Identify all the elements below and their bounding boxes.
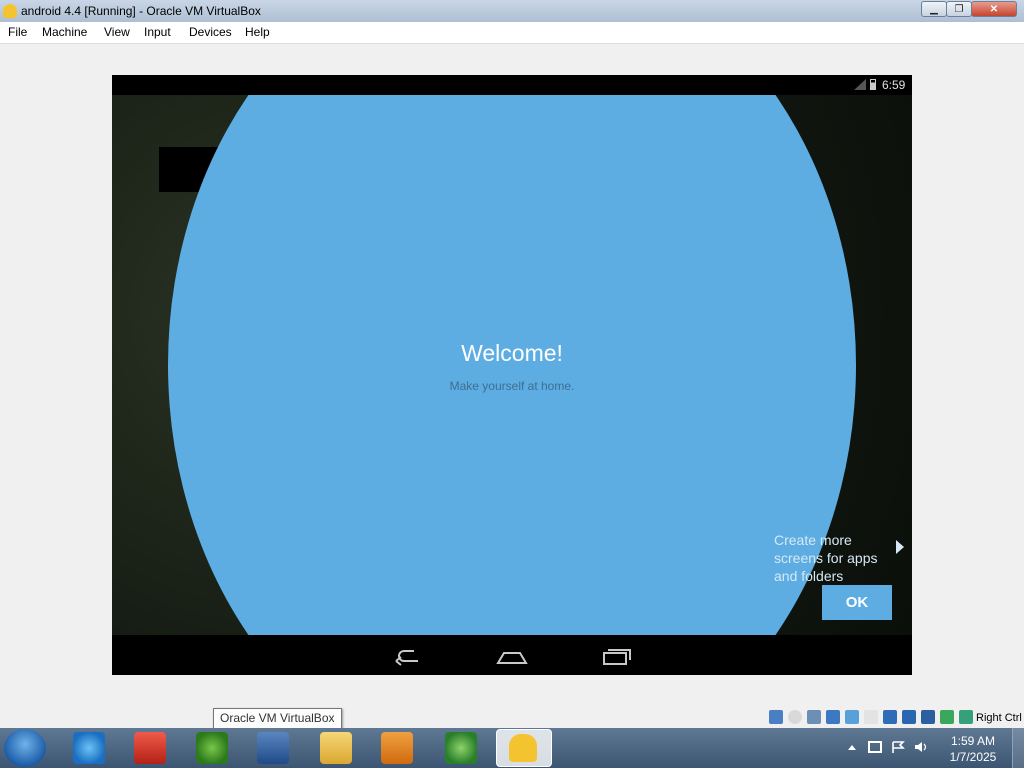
welcome-subtitle: Make yourself at home. xyxy=(449,379,575,393)
menu-devices[interactable]: Devices xyxy=(189,25,232,39)
close-button[interactable]: ✕ xyxy=(971,1,1017,17)
hard-disk-icon[interactable] xyxy=(769,710,783,724)
signal-icon xyxy=(854,79,866,90)
start-button[interactable] xyxy=(4,729,46,767)
host-key-label: Right Ctrl xyxy=(976,712,1022,724)
android-vm-icon xyxy=(509,734,537,762)
show-hidden-icons-icon[interactable] xyxy=(845,741,859,753)
android-vm-taskbar-button[interactable] xyxy=(496,729,552,767)
menu-view[interactable]: View xyxy=(104,25,130,39)
virtualbox-icon[interactable] xyxy=(257,732,289,764)
welcome-title: Welcome! xyxy=(461,340,563,366)
minimize-button[interactable]: ▁ xyxy=(921,1,947,17)
keyboard-icon[interactable] xyxy=(959,710,973,724)
clock-date: 1/7/2025 xyxy=(949,750,997,764)
optical-drive-icon[interactable] xyxy=(788,710,802,724)
audio-icon[interactable] xyxy=(807,710,821,724)
home-icon[interactable] xyxy=(492,645,532,667)
clock-time: 1:59 AM xyxy=(950,734,996,748)
app-red-icon[interactable] xyxy=(134,732,166,764)
volume-icon[interactable] xyxy=(914,741,928,753)
video-capture-icon[interactable] xyxy=(902,710,916,724)
show-desktop-button[interactable] xyxy=(1012,728,1024,768)
action-center-icon[interactable] xyxy=(891,741,905,753)
back-icon[interactable] xyxy=(388,645,428,667)
window-title: android 4.4 [Running] - Oracle VM Virtua… xyxy=(21,4,261,18)
media-player-icon[interactable] xyxy=(381,732,413,764)
recent-apps-icon[interactable] xyxy=(596,645,636,667)
android-clock: 6:59 xyxy=(882,78,906,92)
display-icon[interactable] xyxy=(883,710,897,724)
chevron-right-icon xyxy=(896,540,904,554)
cpu-icon[interactable] xyxy=(921,710,935,724)
file-explorer-icon[interactable] xyxy=(320,732,352,764)
menu-help[interactable]: Help xyxy=(245,25,270,39)
shared-folders-icon[interactable] xyxy=(864,710,878,724)
network-icon[interactable] xyxy=(826,710,840,724)
vm-display[interactable]: 6:59 Welcome! Make yourself at home. Cre… xyxy=(112,75,912,675)
virtualbox-app-icon xyxy=(3,4,17,18)
maximize-button[interactable]: ❐ xyxy=(946,1,972,17)
android-status-bar[interactable]: 6:59 xyxy=(112,75,912,95)
windows-taskbar: 1:59 AM 1/7/2025 xyxy=(0,728,1024,768)
android-nav-bar xyxy=(112,635,912,675)
create-screens-hint: Create more screens for apps and folders xyxy=(774,532,878,584)
network-globe-icon[interactable] xyxy=(445,732,477,764)
system-clock[interactable]: 1:59 AM 1/7/2025 xyxy=(940,733,1006,765)
ok-button[interactable]: OK xyxy=(822,585,892,620)
battery-icon xyxy=(870,79,876,90)
menu-input[interactable]: Input xyxy=(144,25,171,39)
menu-bar: File Machine View Input Devices Help xyxy=(0,22,1024,44)
mouse-integration-icon[interactable] xyxy=(940,710,954,724)
menu-file[interactable]: File xyxy=(8,25,27,39)
network-tray-icon[interactable] xyxy=(868,741,882,753)
internet-explorer-icon[interactable] xyxy=(73,732,105,764)
menu-machine[interactable]: Machine xyxy=(42,25,87,39)
vbox-status-bar: Right Ctrl xyxy=(0,706,1024,728)
usb-icon[interactable] xyxy=(845,710,859,724)
window-titlebar[interactable]: android 4.4 [Running] - Oracle VM Virtua… xyxy=(0,0,1024,22)
download-manager-icon[interactable] xyxy=(196,732,228,764)
